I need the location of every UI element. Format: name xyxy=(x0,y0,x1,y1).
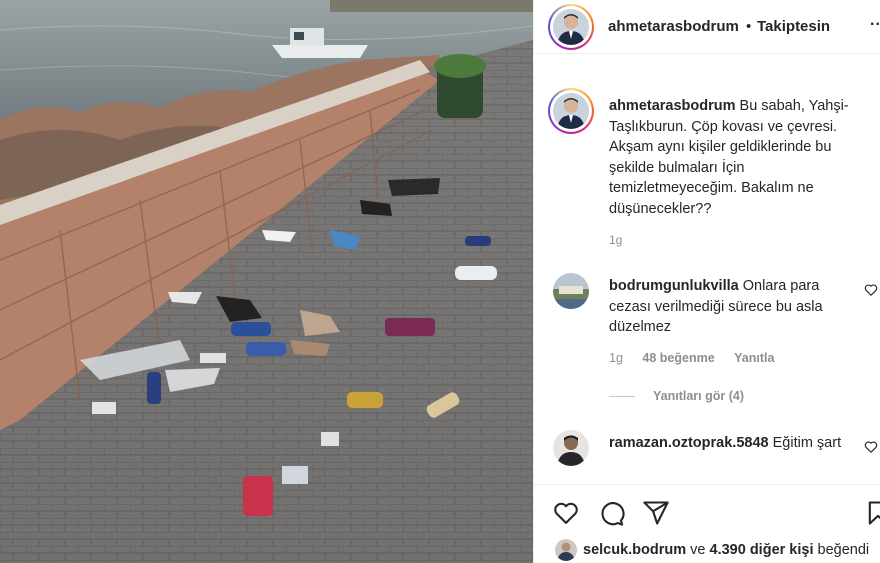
likes-others-count[interactable]: 4.390 diğer kişi xyxy=(710,542,814,558)
heart-icon[interactable] xyxy=(552,499,580,527)
avatar[interactable] xyxy=(553,9,589,45)
post-panel: ahmetarasbodrum • Takiptesin ... ahmetar… xyxy=(533,0,880,563)
post-header: ahmetarasbodrum • Takiptesin ... xyxy=(534,0,880,54)
comment-username[interactable]: bodrumgunlukvilla xyxy=(609,278,739,294)
post-actions: selcuk.bodrum ve 4.390 diğer kişi beğend… xyxy=(534,484,880,563)
profile-photo-icon xyxy=(553,93,589,129)
liker-username[interactable]: selcuk.bodrum xyxy=(583,542,686,558)
person-photo-icon xyxy=(553,430,589,466)
caption-text: Bu sabah, Yahşi-Taşlıkburun. Çöp kovası … xyxy=(609,98,849,217)
post-image[interactable] xyxy=(0,0,533,563)
more-options-icon[interactable]: ... xyxy=(870,12,880,30)
view-replies-label: Yanıtları gör (4) xyxy=(653,389,744,403)
profile-photo-icon xyxy=(553,9,589,45)
comment-meta: 1g 48 beğenme Yanıtla xyxy=(609,351,790,365)
send-icon[interactable] xyxy=(642,499,670,527)
liker-avatar[interactable] xyxy=(555,539,577,561)
view-replies-button[interactable]: Yanıtları gör (4) xyxy=(609,389,744,403)
post-photo-illustration xyxy=(0,0,533,563)
likes-connector: ve xyxy=(686,541,710,558)
comment-body: ramazan.oztoprak.5848 Eğitim şart xyxy=(609,433,854,454)
reply-button[interactable]: Yanıtla xyxy=(734,351,774,365)
separator-dot: • xyxy=(746,18,752,35)
comment-timestamp[interactable]: 1g xyxy=(609,351,623,365)
comment-like-heart-icon[interactable] xyxy=(864,283,878,297)
replies-divider xyxy=(609,396,635,398)
comment-icon[interactable] xyxy=(597,499,625,527)
following-status[interactable]: Takiptesin xyxy=(757,18,830,35)
comment-avatar[interactable] xyxy=(553,273,589,309)
likes-summary: selcuk.bodrum ve 4.390 diğer kişi beğend… xyxy=(555,539,880,561)
comment-username[interactable]: ramazan.oztoprak.5848 xyxy=(609,435,769,451)
villa-photo-icon xyxy=(553,273,589,309)
comment-like-heart-icon[interactable] xyxy=(864,440,878,454)
comment-text: Eğitim şart xyxy=(768,435,842,451)
bookmark-icon[interactable] xyxy=(864,499,880,527)
post-author-username[interactable]: ahmetarasbodrum xyxy=(608,18,739,35)
comment-likes-count[interactable]: 48 beğenme xyxy=(642,351,714,365)
comment-body: bodrumgunlukvilla Onlara para cezası ver… xyxy=(609,276,854,338)
caption-username[interactable]: ahmetarasbodrum xyxy=(609,98,736,114)
caption-avatar[interactable] xyxy=(553,93,589,129)
liker-photo-icon xyxy=(555,539,577,561)
post-caption: ahmetarasbodrum Bu sabah, Yahşi-Taşlıkbu… xyxy=(609,96,869,219)
caption-timestamp[interactable]: 1g xyxy=(609,233,622,247)
comment-avatar[interactable] xyxy=(553,430,589,466)
likes-suffix: beğendi xyxy=(813,541,870,558)
